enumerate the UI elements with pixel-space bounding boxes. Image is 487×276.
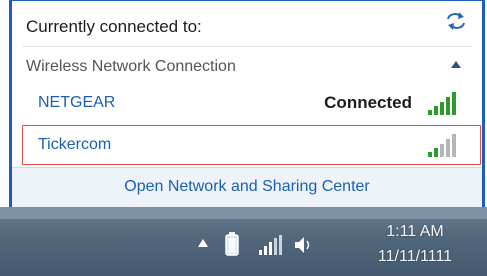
refresh-icon[interactable] (445, 11, 467, 31)
signal-bar (452, 92, 456, 115)
taskbar-top-strip (0, 207, 487, 219)
network-signal-icon[interactable] (258, 234, 284, 256)
chevron-up-icon[interactable] (449, 59, 463, 71)
signal-bar (428, 110, 432, 115)
signal-bar (440, 102, 444, 115)
signal-bar (428, 152, 432, 157)
network-item-netgear[interactable]: NETGEAR Connected (22, 84, 472, 122)
speaker-icon[interactable] (292, 234, 314, 256)
signal-bar (434, 106, 438, 115)
connected-header: Currently connected to: (26, 17, 202, 36)
signal-bar (452, 134, 456, 157)
clock-date: 11/11/1111 (377, 248, 453, 265)
taskbar-clock[interactable]: 1:11 AM 11/11/1111 (365, 219, 465, 269)
battery-icon[interactable] (224, 232, 240, 256)
screen: { "popup": { "header": "Currently connec… (0, 0, 487, 276)
show-hidden-icons-arrow-icon[interactable] (197, 238, 209, 248)
network-name: Tickercom (38, 136, 112, 153)
section-wireless-label: Wireless Network Connection (26, 58, 236, 75)
network-name: NETGEAR (38, 94, 116, 111)
clock-time: 1:11 AM (386, 223, 444, 240)
signal-strength-icon (428, 134, 456, 157)
open-network-sharing-center-link[interactable]: Open Network and Sharing Center (12, 178, 482, 196)
signal-bar (440, 144, 444, 157)
signal-bar (446, 139, 450, 157)
signal-strength-icon (428, 92, 456, 115)
flyout-footer: Open Network and Sharing Center (12, 167, 482, 208)
network-item-tickercom[interactable]: Tickercom (22, 126, 472, 164)
signal-bar (434, 148, 438, 157)
network-flyout: Currently connected to: Wireless Network… (9, 0, 485, 208)
signal-bar (446, 97, 450, 115)
separator (22, 46, 472, 47)
connection-status: Connected (324, 93, 412, 112)
